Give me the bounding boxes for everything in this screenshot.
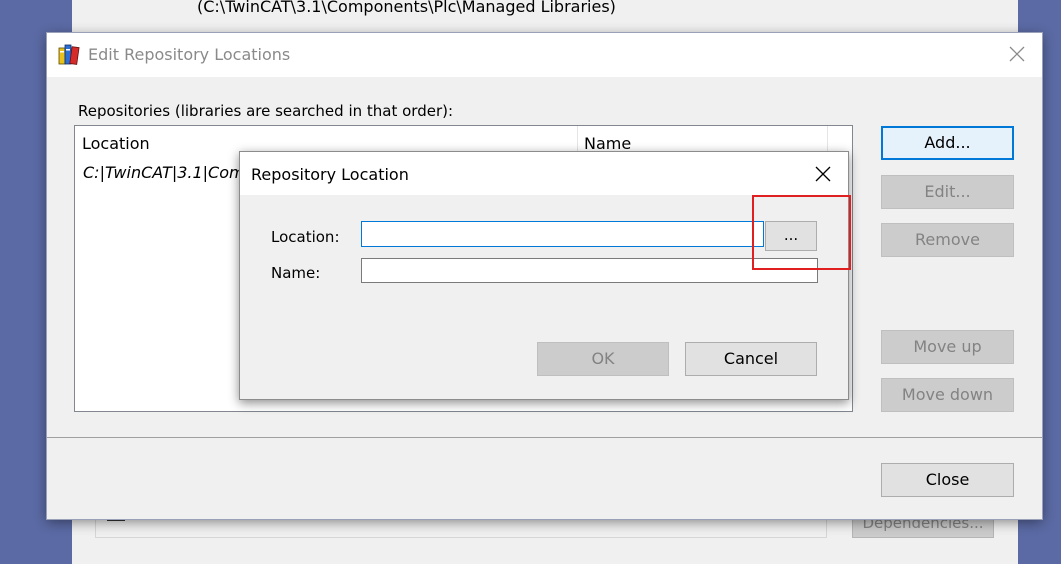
- close-icon[interactable]: [812, 163, 834, 185]
- dialog-title: Edit Repository Locations: [88, 45, 291, 64]
- highlight-box: [752, 195, 851, 270]
- move-down-button[interactable]: Move down: [881, 378, 1014, 412]
- repositories-caption: Repositories (libraries are searched in …: [78, 102, 454, 120]
- dialog-titlebar: Repository Location: [240, 152, 848, 195]
- close-icon[interactable]: [1005, 42, 1029, 66]
- dialog-titlebar: Edit Repository Locations: [47, 33, 1042, 77]
- close-button[interactable]: Close: [881, 463, 1014, 497]
- cancel-button[interactable]: Cancel: [685, 342, 817, 376]
- library-books-icon: [57, 42, 81, 66]
- ok-button[interactable]: OK: [537, 342, 669, 376]
- edit-button[interactable]: Edit...: [881, 175, 1014, 209]
- remove-button[interactable]: Remove: [881, 223, 1014, 257]
- library-path-text: (C:\TwinCAT\3.1\Components\Plc\Managed L…: [197, 0, 616, 16]
- move-up-button[interactable]: Move up: [881, 330, 1014, 364]
- add-button[interactable]: Add...: [881, 126, 1014, 160]
- name-input[interactable]: [361, 258, 818, 283]
- list-item-location[interactable]: C:|TwinCAT|3.1|Com: [83, 163, 245, 182]
- location-input[interactable]: [361, 221, 764, 247]
- dialog-title: Repository Location: [251, 165, 409, 184]
- repository-location-dialog: Repository Location Location: ... Name: …: [239, 151, 849, 400]
- column-header-location[interactable]: Location: [82, 134, 150, 153]
- location-label: Location:: [271, 228, 340, 246]
- name-label: Name:: [271, 264, 321, 282]
